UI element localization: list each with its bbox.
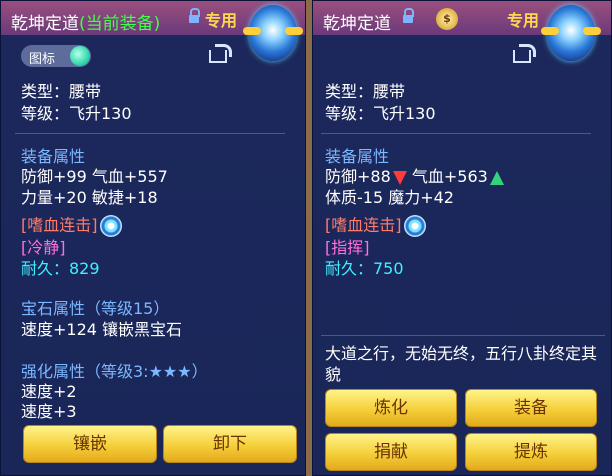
exclusive-tag: 专用 <box>507 11 540 30</box>
durability: 耐久：750 <box>325 259 404 278</box>
extract-button[interactable]: 提炼 <box>465 433 597 471</box>
type-line: 类型：腰带 <box>325 82 406 101</box>
enhance-line-2: 速度+3 <box>21 402 77 421</box>
refine-button[interactable]: 炼化 <box>325 389 457 427</box>
unequip-button[interactable]: 卸下 <box>163 425 297 463</box>
lock-icon[interactable] <box>403 8 414 25</box>
gem-header: 宝石属性（等级15） <box>21 299 170 318</box>
item-name: 乾坤定道(当前装备) <box>11 14 161 34</box>
equip-button[interactable]: 装备 <box>465 389 597 427</box>
attr-line-1: 防御+99 气血+557 <box>21 167 168 186</box>
divider <box>321 335 605 336</box>
item-description: 大道之行，无始无终，五行八卦终定其貌 <box>325 344 598 384</box>
toggle-knob[interactable] <box>70 46 90 66</box>
durability: 耐久：829 <box>21 259 100 278</box>
swirl-skill-icon[interactable] <box>99 215 122 237</box>
divider <box>321 133 591 134</box>
toggle-label: 图标 <box>29 52 56 67</box>
type-line: 类型：腰带 <box>21 82 102 101</box>
exclusive-tag: 专用 <box>205 11 238 30</box>
divider <box>15 133 285 134</box>
arrow-up-icon <box>489 170 504 185</box>
skill-2: [指挥] <box>325 238 370 257</box>
equipment-emblem-icon <box>243 5 303 61</box>
level-line: 等级：飞升130 <box>21 104 132 123</box>
attr-line-2: 力量+20 敏捷+18 <box>21 188 158 207</box>
skill-1: [嗜血连击] <box>325 215 426 237</box>
coin-icon: $ <box>436 8 458 30</box>
enhance-header: 强化属性（等级3:★★★） <box>21 362 208 381</box>
gem-line: 速度+124 镶嵌黑宝石 <box>21 320 183 339</box>
donate-button[interactable]: 捐献 <box>325 433 457 471</box>
share-icon[interactable] <box>209 43 232 63</box>
attr-header: 装备属性 <box>325 147 390 166</box>
share-icon[interactable] <box>513 43 536 63</box>
compare-equipment-panel: 乾坤定道 专用 类型：腰带 等级：飞升130 装备属性 防御+88 气血+563… <box>312 0 612 476</box>
skill-1: [嗜血连击] <box>21 215 122 237</box>
attr-line-1: 防御+88 气血+563 <box>325 167 504 187</box>
arrow-down-icon <box>392 170 407 185</box>
current-equipment-panel: 乾坤定道(当前装备) 专用 图标 类型：腰带 等级：飞升130 装备属性 防御+… <box>0 0 306 476</box>
skill-2: [冷静] <box>21 238 66 257</box>
equipment-emblem-icon <box>541 5 601 61</box>
swirl-skill-icon[interactable] <box>403 215 426 237</box>
lock-icon[interactable] <box>189 8 200 25</box>
icon-toggle[interactable]: 图标 <box>21 45 91 67</box>
level-line: 等级：飞升130 <box>325 104 436 123</box>
attr-header: 装备属性 <box>21 147 86 166</box>
inlay-button[interactable]: 镶嵌 <box>23 425 157 463</box>
item-name: 乾坤定道 <box>323 14 391 34</box>
enhance-line-1: 速度+2 <box>21 382 77 401</box>
attr-line-2: 体质-15 魔力+42 <box>325 188 454 207</box>
